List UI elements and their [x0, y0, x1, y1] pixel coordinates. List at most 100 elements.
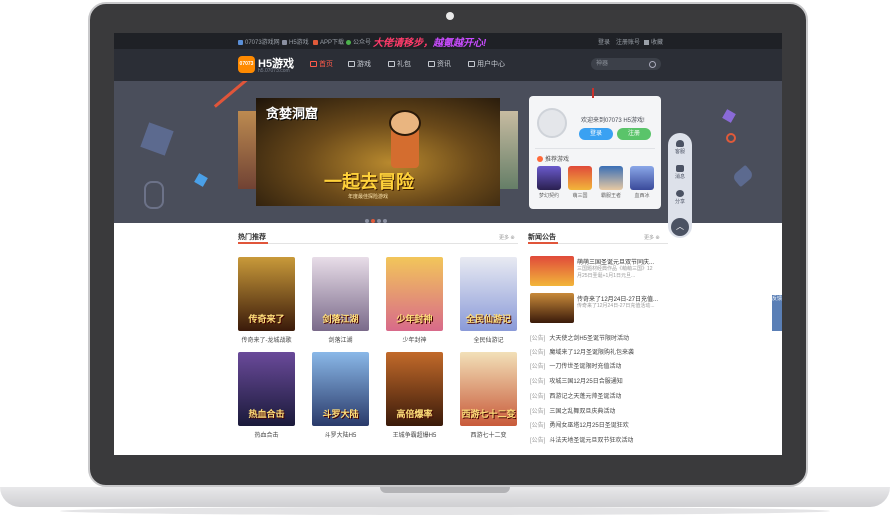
search-icon[interactable]	[649, 61, 656, 68]
carousel-dot[interactable]	[383, 219, 387, 223]
news-list-item[interactable]: [公告] 斗法天地圣诞元旦双节狂欢活动	[530, 435, 633, 444]
game-cover: 少年封神	[386, 257, 443, 331]
recommended-title: 推荐游戏	[537, 154, 569, 163]
carousel-slide[interactable]: 贪婪洞窟 一起去冒险 年度最佳探险游戏	[256, 98, 500, 206]
carousel-dot[interactable]	[377, 219, 381, 223]
game-card[interactable]: 热血合击 热血合击	[238, 352, 295, 439]
mail-icon	[676, 165, 684, 172]
news-list-item[interactable]: [公告] 西游记之天蓬元帅圣诞活动	[530, 391, 621, 400]
rocket-decoration	[731, 164, 755, 188]
promo-slogan: 大佬请移步，越氪越开心!	[373, 38, 487, 49]
game-thumbnail	[537, 166, 561, 190]
headset-icon	[676, 140, 684, 147]
nav-item-user-center[interactable]: 用户中心	[468, 59, 505, 69]
game-card[interactable]: 少年封神 少年封神	[386, 257, 443, 344]
nav-item-news[interactable]: 资讯	[428, 59, 451, 69]
game-card[interactable]: 西游七十二变 西游七十二变	[460, 352, 517, 439]
topbar-login-link[interactable]: 登录	[598, 37, 610, 46]
news-list-item[interactable]: [公告] 大天使之剑H5圣诞节限时活动	[530, 333, 629, 342]
featured-news-item[interactable]: 萌萌三国圣诞元旦双节同庆... 三国题材经典作品《萌萌三国》12月25日圣诞+1…	[530, 256, 654, 288]
game-thumbnail	[599, 166, 623, 190]
topbar-favorite-link[interactable]: 收藏	[644, 37, 663, 46]
news-thumbnail	[530, 293, 574, 323]
carousel-dot-active[interactable]	[371, 219, 375, 223]
section-underline	[238, 242, 268, 244]
wechat-icon	[346, 40, 351, 45]
stripe-decoration	[213, 81, 255, 108]
topbar-link-h5[interactable]: H5游戏	[282, 37, 309, 46]
game-card[interactable]: 斗罗大陆 斗罗大陆H5	[312, 352, 369, 439]
slide-headline: 一起去冒险	[324, 172, 414, 192]
login-card: 欢迎来到07073 H5游戏! 登录 注册 推荐游戏 梦幻契约 萌三国 霸服王者…	[529, 88, 661, 209]
slide-character-head	[389, 110, 421, 136]
topbar-link-wechat[interactable]: 公众号	[346, 37, 371, 46]
divider	[535, 148, 655, 149]
avatar	[537, 108, 567, 138]
back-to-top-button[interactable]: ︿	[671, 218, 689, 236]
cursor-pin	[592, 88, 594, 98]
user-icon	[468, 61, 475, 67]
messages-button[interactable]: 消息	[670, 165, 690, 180]
recommended-game[interactable]: 血西冰	[630, 166, 654, 199]
game-card[interactable]: 高倍爆率 王城争霸超爆H5	[386, 352, 443, 439]
welcome-text: 欢迎来到07073 H5游戏!	[581, 118, 645, 124]
game-cover: 传奇来了	[238, 257, 295, 331]
recommended-game[interactable]: 萌三国	[568, 166, 592, 199]
topbar-link-app[interactable]: APP下载	[313, 37, 344, 46]
site-icon	[238, 40, 243, 45]
logo-subtext: h5.07073.com	[258, 68, 290, 74]
carousel-dot[interactable]	[365, 219, 369, 223]
nav-item-home[interactable]: 首页	[310, 59, 333, 69]
carousel-prev-slide[interactable]	[238, 111, 256, 189]
feedback-tab[interactable]: 反馈	[772, 295, 782, 331]
camera-icon	[446, 12, 454, 20]
share-button[interactable]: 分享	[670, 190, 690, 205]
recommended-game[interactable]: 霸服王者	[599, 166, 623, 199]
carousel-next-slide[interactable]	[500, 111, 518, 189]
carousel-dots	[365, 210, 389, 223]
phone-icon	[313, 40, 318, 45]
news-more-link[interactable]: 更多 ⊕	[644, 234, 660, 241]
featured-news-item[interactable]: 传奇来了12月24日-27日充值... 传奇来了12月24日-27日充值活动..…	[530, 293, 658, 325]
gift-icon	[388, 61, 395, 67]
news-list-item[interactable]: [公告] 一刀传世圣诞限时充值活动	[530, 361, 621, 370]
register-button[interactable]: 注册	[617, 128, 651, 140]
news-list-item[interactable]: [公告] 攻城三国12月25日合服通知	[530, 376, 623, 385]
slide-title: 贪婪洞窟	[266, 106, 319, 121]
shape-decoration	[722, 109, 736, 123]
game-card[interactable]: 剑落江湖 剑落江湖	[312, 257, 369, 344]
search-input[interactable]: 神器	[591, 58, 661, 70]
news-list-item[interactable]: [公告] 勇闯女巫塔12月25日圣诞狂欢	[530, 420, 629, 429]
news-list-item[interactable]: [公告] 三国之乱舞双旦庆典活动	[530, 406, 615, 415]
game-thumbnail	[630, 166, 654, 190]
game-cover: 全民仙游记	[460, 257, 517, 331]
login-button[interactable]: 登录	[579, 128, 613, 140]
laptop-shadow	[60, 507, 830, 515]
home-icon	[310, 61, 317, 67]
mouse-decoration	[144, 181, 164, 209]
game-card[interactable]: 传奇来了 传奇来了-龙城战歌	[238, 257, 295, 344]
game-cover: 热血合击	[238, 352, 295, 426]
logo-icon[interactable]: 07073	[238, 56, 255, 73]
top-utility-bar: 07073游戏网 H5游戏 APP下载 公众号 大佬请移步，越氪越开心! 登录 …	[114, 33, 782, 49]
screen: 07073游戏网 H5游戏 APP下载 公众号 大佬请移步，越氪越开心! 登录 …	[114, 33, 782, 455]
game-thumbnail	[568, 166, 592, 190]
hot-more-link[interactable]: 更多 ⊕	[499, 234, 515, 241]
slide-subtitle: 年度最佳探险游戏	[348, 194, 389, 200]
nav-item-games[interactable]: 游戏	[348, 59, 371, 69]
recommended-game[interactable]: 梦幻契约	[537, 166, 561, 199]
topbar-register-link[interactable]: 注册账号	[616, 37, 640, 46]
game-cover: 斗罗大陆	[312, 352, 369, 426]
shape-decoration	[194, 173, 208, 187]
news-section-title: 新闻公告	[528, 234, 556, 241]
fire-icon	[537, 156, 543, 162]
topbar-link-site[interactable]: 07073游戏网	[238, 37, 280, 46]
ring-decoration	[726, 133, 736, 143]
game-card[interactable]: 全民仙游记 全民仙游记	[460, 257, 517, 344]
news-list-item[interactable]: [公告] 魔域来了12月圣诞限购礼包来袭	[530, 347, 634, 356]
hot-section-title: 热门推荐	[238, 234, 266, 241]
h5-icon	[282, 40, 287, 45]
customer-service-button[interactable]: 客服	[670, 140, 690, 155]
nav-item-gifts[interactable]: 礼包	[388, 59, 411, 69]
laptop-notch	[380, 487, 510, 493]
